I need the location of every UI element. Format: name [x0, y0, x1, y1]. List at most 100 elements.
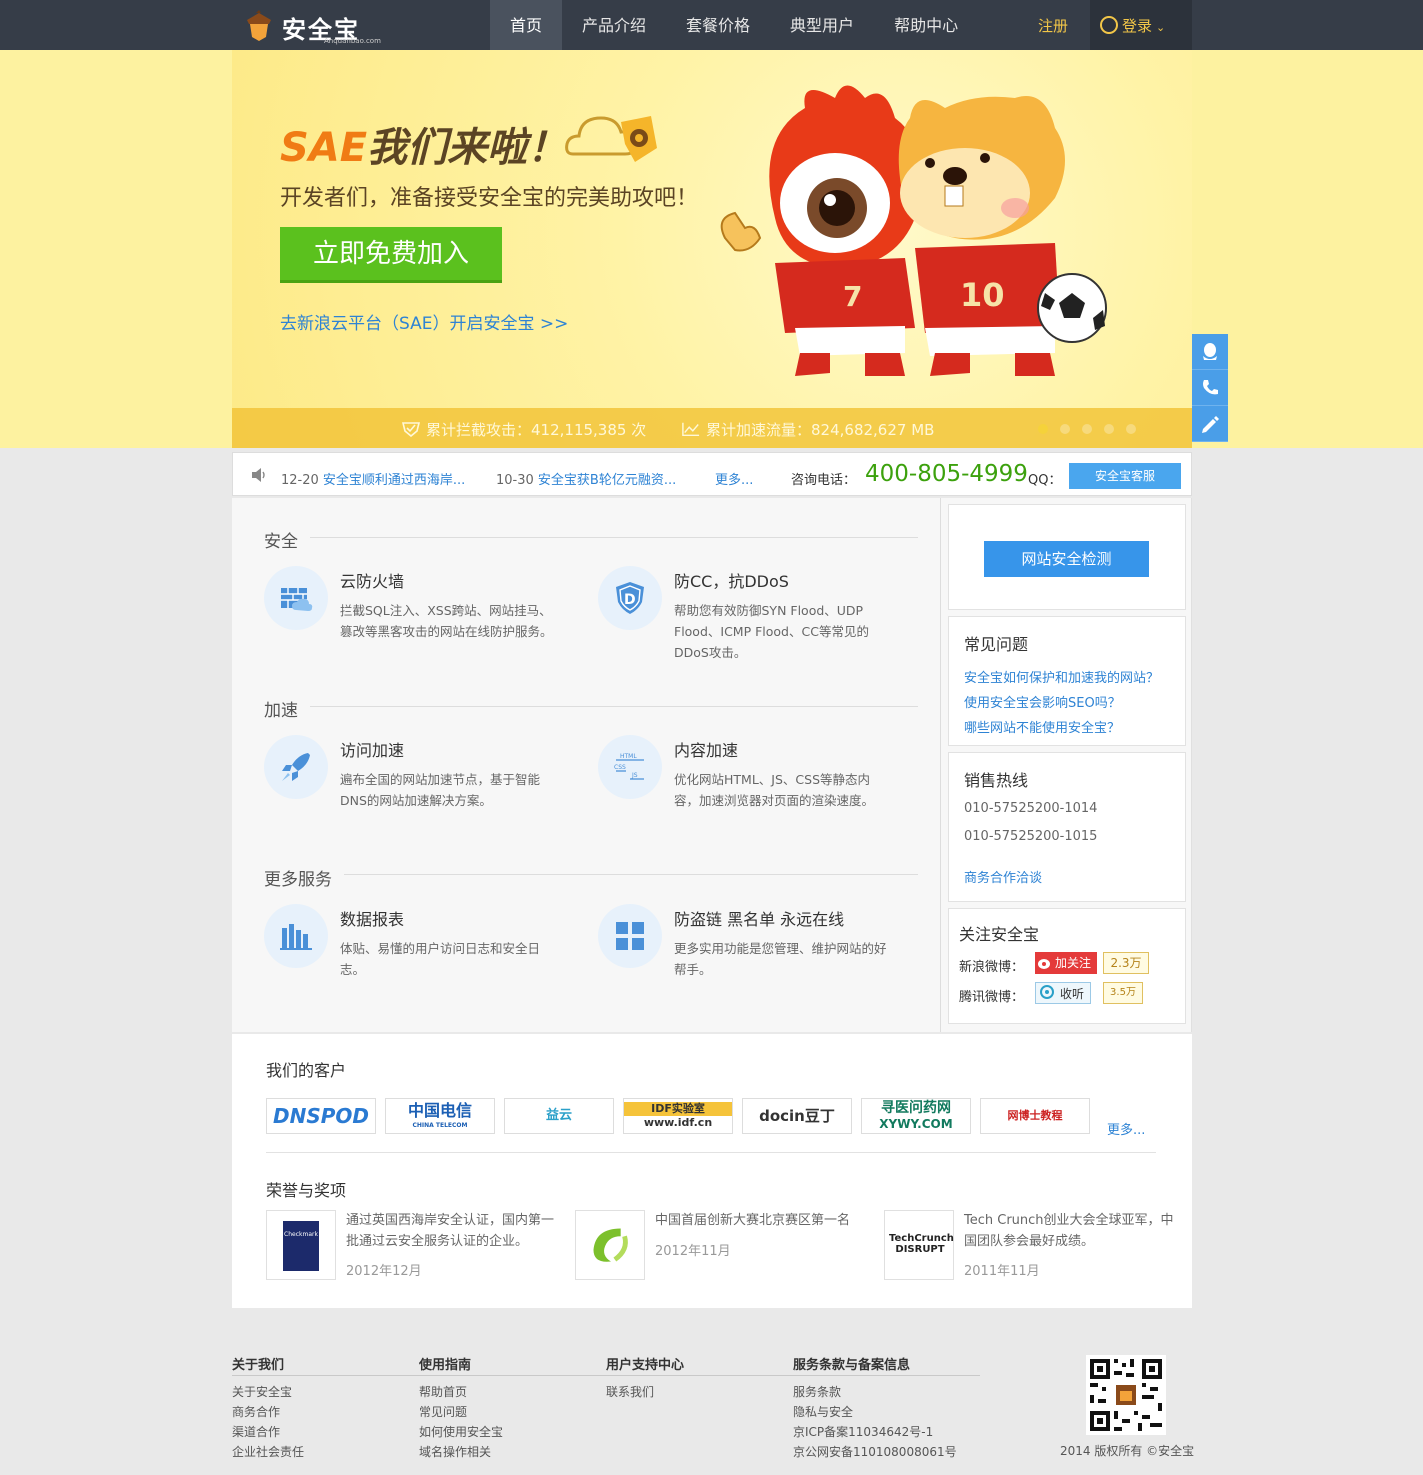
feedback-button[interactable]: [1192, 406, 1228, 442]
sina-weibo-label: 新浪微博：: [959, 960, 1025, 975]
innovation-award-icon: [593, 1228, 628, 1262]
feature-content-acceleration[interactable]: HTML CSS JS 内容加速 优化网站HTML、JS、CSS等静态内容，加速浏览…: [598, 735, 898, 845]
customer-logo-china-telecom[interactable]: 中国电信 CHINA TELECOM: [385, 1098, 495, 1134]
footer-col-title: 关于我们: [232, 1358, 285, 1373]
phone-button[interactable]: [1192, 370, 1228, 406]
award-item: Checkmark 通过英国西海岸安全认证，国内第一批通过云安全服务认证的企业。…: [266, 1208, 566, 1280]
award-thumbnail: [575, 1210, 645, 1280]
sina-follow-label: 加关注: [1054, 956, 1091, 970]
svg-text:JS: JS: [631, 772, 638, 779]
register-link[interactable]: 注册: [1038, 0, 1068, 52]
footer-col-title: 使用指南: [419, 1358, 472, 1373]
section-rule: [344, 874, 918, 875]
news-more-link[interactable]: 更多...: [715, 469, 753, 488]
footer-link[interactable]: 联系我们: [606, 1383, 654, 1400]
news-title[interactable]: 安全宝顺利通过西海岸...: [323, 473, 465, 488]
tencent-follow-label: 收听: [1059, 987, 1084, 1001]
hero-title-sae: SAE: [280, 125, 368, 171]
footer-link[interactable]: 域名操作相关: [419, 1443, 491, 1460]
award-date: 2012年12月: [346, 1264, 422, 1279]
footer-link[interactable]: 隐私与安全: [793, 1403, 853, 1420]
feature-icon-bg: [264, 735, 328, 799]
bar-chart-icon: [280, 924, 312, 950]
carousel-dot[interactable]: [1038, 424, 1048, 434]
main-nav: 首页 产品介绍 套餐价格 典型用户 帮助中心: [490, 0, 978, 50]
footer-link[interactable]: 企业社会责任: [232, 1443, 304, 1460]
customer-logo-dnspod[interactable]: DNSPOD: [266, 1098, 376, 1134]
news-item[interactable]: 10-30 安全宝获B轮亿元融资...: [496, 469, 676, 488]
feature-desc: 体贴、易懂的用户访问日志和安全日志。: [340, 941, 541, 977]
top-navbar: 安全宝 Anquanbao.com 首页 产品介绍 套餐价格 典型用户 帮助中心…: [0, 0, 1423, 50]
news-title[interactable]: 安全宝获B轮亿元融资...: [538, 473, 676, 488]
footer-link[interactable]: 帮助首页: [419, 1383, 467, 1400]
feature-anti-ddos[interactable]: D 防CC，抗DDoS 帮助您有效防御SYN Flood、UDP Flood、I…: [598, 566, 898, 676]
carousel-dot[interactable]: [1060, 424, 1070, 434]
carousel-dot[interactable]: [1126, 424, 1136, 434]
customer-logo-docin[interactable]: docin豆丁: [742, 1098, 852, 1134]
customers-title: 我们的客户: [266, 1061, 347, 1080]
news-item[interactable]: 12-20 安全宝顺利通过西海岸...: [281, 469, 465, 488]
footer-link[interactable]: 服务条款: [793, 1383, 841, 1400]
sales-phone: 010-57525200-1014: [964, 801, 1098, 816]
shield-check-icon: [402, 421, 420, 437]
customer-logo-text: 寻医问药网: [881, 1100, 951, 1116]
faq-link[interactable]: 使用安全宝会影响SEO吗？: [964, 692, 1121, 711]
sae-platform-link[interactable]: 去新浪云平台（SAE）开启安全宝 >>: [280, 309, 568, 334]
customer-logo-idf[interactable]: IDF实验室 www.idf.cn: [623, 1098, 733, 1134]
footer-link[interactable]: 关于安全宝: [232, 1383, 292, 1400]
feature-data-reports[interactable]: 数据报表 体贴、易懂的用户访问日志和安全日志。: [264, 904, 564, 1014]
stat-traffic-text: 累计加速流量：824,682,627 MB: [706, 421, 935, 439]
customers-more-link[interactable]: 更多...: [1107, 1119, 1145, 1138]
hotline-number: 400-805-4999: [865, 461, 1028, 487]
business-cooperation-link[interactable]: 商务合作洽谈: [964, 867, 1042, 886]
qq-penguin-icon: [1203, 343, 1217, 360]
feature-desc: 帮助您有效防御SYN Flood、UDP Flood、ICMP Flood、CC…: [674, 603, 869, 660]
footer-link[interactable]: 如何使用安全宝: [419, 1423, 503, 1440]
feature-more-tools[interactable]: 防盗链 黑名单 永远在线 更多实用功能是您管理、维护网站的好帮手。: [598, 904, 898, 1014]
footer-link[interactable]: 京ICP备案11034642号-1: [793, 1423, 933, 1440]
section-title-more: 更多服务: [264, 870, 332, 890]
feature-cloud-firewall[interactable]: 云防火墙 拦截SQL注入、XSS跨站、网站挂马、篡改等黑客攻击的网站在线防护服务…: [264, 566, 564, 676]
nav-products[interactable]: 产品介绍: [562, 0, 666, 50]
award-item: TechCrunch DISRUPT Tech Crunch创业大会全球亚军，中…: [884, 1208, 1184, 1280]
section-rule: [310, 537, 918, 538]
section-rule: [266, 1152, 1156, 1153]
site-security-check-button[interactable]: 网站安全检测: [984, 541, 1149, 577]
qq-chat-button[interactable]: [1192, 334, 1228, 370]
nav-home[interactable]: 首页: [490, 0, 563, 50]
qq-service-button[interactable]: 安全宝客服: [1069, 463, 1181, 489]
carousel-dot[interactable]: [1082, 424, 1092, 434]
brand-logo[interactable]: 安全宝 Anquanbao.com: [244, 8, 384, 45]
faq-title: 常见问题: [964, 635, 1029, 654]
footer-link[interactable]: 渠道合作: [232, 1423, 280, 1440]
nav-pricing[interactable]: 套餐价格: [666, 0, 770, 50]
feature-access-acceleration[interactable]: 访问加速 遍布全国的网站加速节点，基于智能DNS的网站加速解决方案。: [264, 735, 564, 845]
shield-d-icon: D: [616, 582, 644, 614]
customer-logo-subtext: www.idf.cn: [643, 1116, 713, 1129]
column-divider: [940, 498, 941, 1032]
html-css-js-icon: HTML CSS JS: [614, 753, 644, 780]
sina-follow-button[interactable]: 加关注: [1035, 952, 1097, 974]
awards-title: 荣誉与奖项: [266, 1181, 347, 1200]
customer-logo-wangboshi[interactable]: 网博士教程: [980, 1098, 1090, 1134]
stat-traffic: 累计加速流量：824,682,627 MB: [682, 419, 934, 440]
carousel-dot[interactable]: [1104, 424, 1114, 434]
copyright: 2014 版权所有 ©安全宝: [1060, 1444, 1195, 1458]
footer-link[interactable]: 常见问题: [419, 1403, 467, 1420]
login-dropdown[interactable]: 登录 ⌄: [1090, 0, 1192, 50]
feature-title: 云防火墙: [340, 572, 405, 591]
hero-title: SAE我们来啦！: [280, 115, 567, 173]
tencent-follow-button[interactable]: 收听: [1035, 982, 1091, 1004]
nav-help[interactable]: 帮助中心: [874, 0, 978, 50]
faq-link[interactable]: 哪些网站不能使用安全宝？: [964, 717, 1120, 736]
feature-desc: 遍布全国的网站加速节点，基于智能DNS的网站加速解决方案。: [340, 772, 541, 808]
feature-icon-bg: [264, 566, 328, 630]
footer-link[interactable]: 京公网安备110108008061号: [793, 1443, 957, 1460]
customer-logo-yiyun[interactable]: 益云: [504, 1098, 614, 1134]
customer-logo-xywy[interactable]: 寻医问药网 XYWY.COM: [861, 1098, 971, 1134]
rocket-icon: [282, 753, 310, 781]
faq-link[interactable]: 安全宝如何保护和加速我的网站？: [964, 667, 1159, 686]
nav-customers[interactable]: 典型用户: [770, 0, 874, 50]
footer-link[interactable]: 商务合作: [232, 1403, 280, 1420]
join-free-button[interactable]: 立即免费加入: [280, 227, 502, 283]
